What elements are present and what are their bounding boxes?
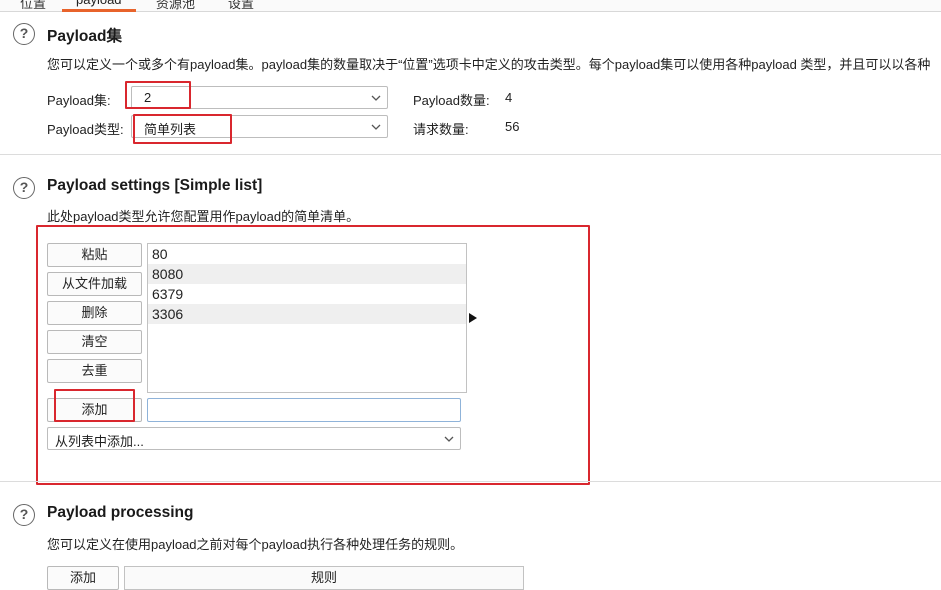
payload-count-value: 4 — [505, 90, 513, 105]
chevron-down-icon — [371, 124, 381, 130]
payload-type-select[interactable]: 简单列表 — [131, 115, 388, 138]
tab-bar — [0, 0, 941, 12]
remove-button[interactable]: 删除 — [47, 301, 142, 325]
tab-payloads[interactable]: payload — [62, 0, 136, 12]
payload-set-select[interactable]: 2 — [131, 86, 388, 109]
payload-set-label: Payload集: — [47, 93, 111, 108]
rules-table-header[interactable]: 规则 — [124, 566, 524, 590]
section-divider — [0, 154, 941, 155]
list-item[interactable]: 8080 — [148, 264, 466, 284]
payload-list[interactable]: 80 8080 6379 3306 — [147, 243, 467, 393]
tab-settings[interactable]: 设置 — [228, 0, 254, 11]
list-item[interactable]: 3306 — [148, 304, 466, 324]
clear-button[interactable]: 清空 — [47, 330, 142, 354]
help-icon[interactable]: ? — [13, 177, 35, 199]
tab-resource-pool[interactable]: 资源池 — [156, 0, 195, 11]
payload-processing-title: Payload processing — [47, 504, 194, 521]
section-divider — [0, 481, 941, 482]
payload-type-value: 简单列表 — [144, 122, 197, 137]
payload-processing-description: 您可以定义在使用payload之前对每个payload执行各种处理任务的规则。 — [47, 537, 464, 552]
chevron-down-icon — [371, 95, 381, 101]
deduplicate-button[interactable]: 去重 — [47, 359, 142, 383]
payload-sets-description: 您可以定义一个或多个有payload集。payload集的数量取决于“位置”选项… — [47, 57, 931, 72]
list-item[interactable]: 6379 — [148, 284, 466, 304]
paste-button[interactable]: 粘贴 — [47, 243, 142, 267]
load-from-file-button[interactable]: 从文件加载 — [47, 272, 142, 296]
payload-settings-description: 此处payload类型允许您配置用作payload的简单清单。 — [47, 209, 360, 224]
expand-arrow-icon[interactable] — [469, 313, 477, 323]
payload-type-label: Payload类型: — [47, 122, 124, 137]
add-from-list-label: 从列表中添加... — [55, 434, 144, 449]
add-from-list-select[interactable]: 从列表中添加... — [47, 427, 461, 450]
tab-positions[interactable]: 位置 — [20, 0, 46, 11]
help-icon[interactable]: ? — [13, 504, 35, 526]
payload-count-label: Payload数量: — [413, 93, 490, 108]
request-count-label: 请求数量: — [413, 122, 469, 137]
payload-settings-title: Payload settings [Simple list] — [47, 177, 263, 194]
chevron-down-icon — [444, 436, 454, 442]
request-count-value: 56 — [505, 119, 520, 134]
payload-sets-title: Payload集 — [47, 28, 122, 45]
payload-set-value: 2 — [144, 90, 152, 105]
add-button[interactable]: 添加 — [47, 398, 142, 422]
list-item[interactable]: 80 — [148, 244, 466, 264]
add-rule-button[interactable]: 添加 — [47, 566, 119, 590]
help-icon[interactable]: ? — [13, 23, 35, 45]
add-payload-input[interactable] — [147, 398, 461, 422]
